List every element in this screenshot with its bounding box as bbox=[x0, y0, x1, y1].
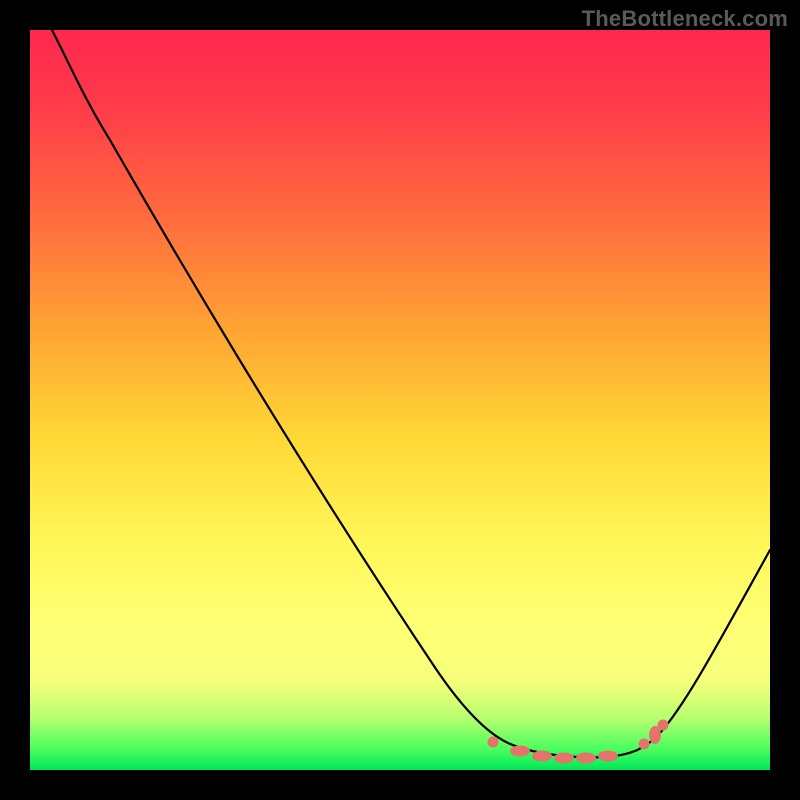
watermark-text: TheBottleneck.com bbox=[582, 6, 788, 32]
marker-dot bbox=[532, 751, 552, 762]
marker-dot bbox=[488, 737, 499, 748]
bottleneck-curve bbox=[52, 30, 770, 757]
marker-dot bbox=[510, 746, 530, 757]
marker-dot bbox=[598, 751, 618, 762]
curve-layer bbox=[30, 30, 770, 770]
chart-frame: TheBottleneck.com bbox=[0, 0, 800, 800]
marker-dot bbox=[576, 753, 596, 764]
gradient-plot-area bbox=[30, 30, 770, 770]
marker-dot bbox=[554, 753, 574, 764]
marker-dot bbox=[658, 720, 669, 731]
marker-dot bbox=[639, 739, 650, 750]
